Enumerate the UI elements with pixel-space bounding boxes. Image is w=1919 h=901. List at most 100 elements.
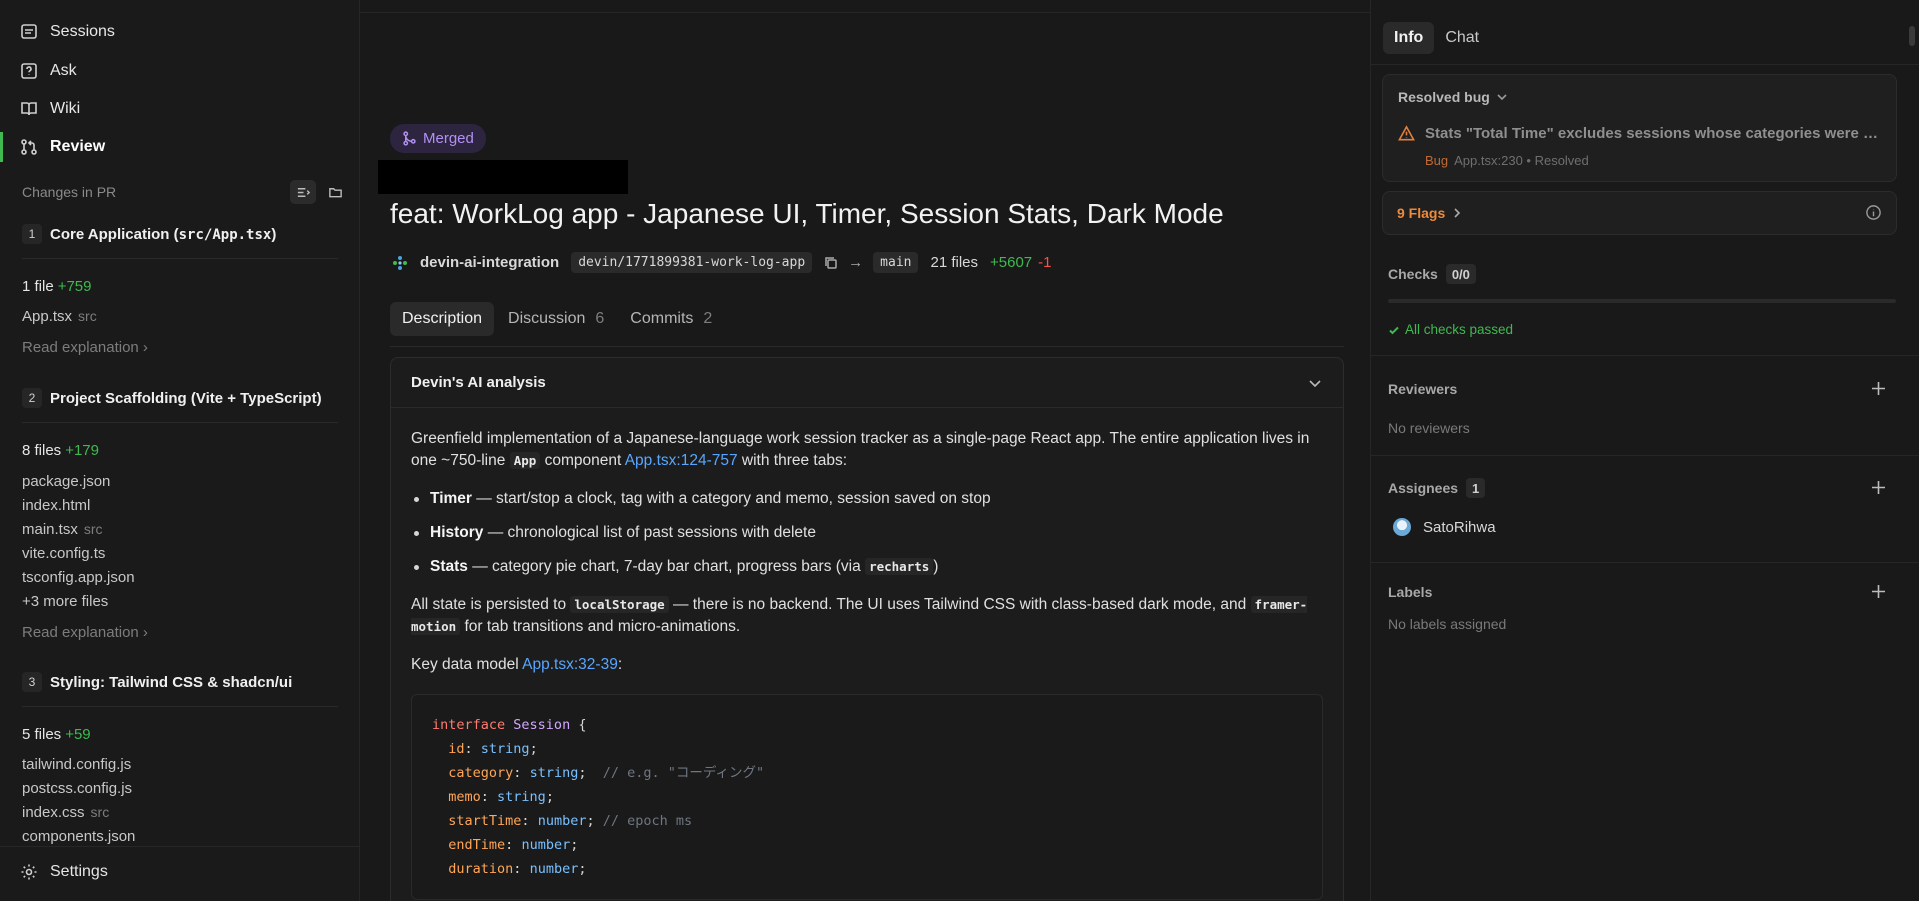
tab-description[interactable]: Description xyxy=(390,302,495,336)
more-files-link[interactable]: +3 more files xyxy=(22,593,108,610)
section-number: 1 xyxy=(22,224,42,244)
file-item[interactable]: App.tsx src xyxy=(22,308,97,325)
settings-button[interactable]: Settings xyxy=(20,863,108,881)
section-divider xyxy=(22,422,338,423)
add-label-button[interactable] xyxy=(1870,583,1887,600)
file-item[interactable]: tsconfig.app.json xyxy=(22,569,135,586)
analysis-paragraph: Key data model App.tsx:32-39: xyxy=(411,656,623,673)
tab-chat[interactable]: Chat xyxy=(1434,22,1490,54)
add-assignee-button[interactable] xyxy=(1870,479,1887,496)
file-item[interactable]: index.css src xyxy=(22,804,109,821)
changes-header: Changes in PR xyxy=(22,184,117,200)
pr-meta: devin-ai-integration devin/1771899381-wo… xyxy=(392,252,1052,273)
arrow-right-icon: → xyxy=(848,254,864,271)
gear-icon xyxy=(21,864,37,880)
git-merge-icon xyxy=(403,131,416,146)
additions-count: +179 xyxy=(65,442,99,459)
nav-wiki[interactable]: Wiki xyxy=(20,94,80,124)
warning-icon xyxy=(1398,125,1415,141)
code-reference-link[interactable]: App.tsx:32-39 xyxy=(522,656,618,673)
tab-info[interactable]: Info xyxy=(1383,22,1435,54)
list-item: Timer — start/stop a clock, tag with a c… xyxy=(411,488,1323,510)
check-icon xyxy=(1389,326,1399,334)
folder-view-button[interactable] xyxy=(322,180,348,204)
list-view-button[interactable] xyxy=(290,180,316,204)
section-divider xyxy=(22,706,338,707)
section-2-title[interactable]: 2 Project Scaffolding (Vite + TypeScript… xyxy=(22,388,322,408)
assignee-item[interactable]: SatoRihwa xyxy=(1393,518,1496,536)
copy-icon[interactable] xyxy=(824,256,838,270)
section-2-file-count: 8 files +179 xyxy=(22,442,99,459)
nav-sessions-label: Sessions xyxy=(50,23,115,40)
file-item[interactable]: index.html xyxy=(22,497,90,514)
git-pull-request-icon xyxy=(21,139,37,155)
no-labels-text: No labels assigned xyxy=(1388,616,1507,632)
additions-count: +59 xyxy=(65,726,91,743)
top-divider xyxy=(360,12,1370,13)
head-branch[interactable]: devin/1771899381-work-log-app xyxy=(571,252,813,273)
bug-item[interactable]: Stats "Total Time" excludes sessions who… xyxy=(1398,125,1880,142)
feature-list: Timer — start/stop a clock, tag with a c… xyxy=(411,488,1323,578)
chevron-right-icon xyxy=(1454,208,1461,218)
org-name[interactable]: devin-ai-integration xyxy=(420,254,559,271)
section-1-title[interactable]: 1 Core Application (src/App.tsx) xyxy=(22,224,276,244)
flags-card: 9 Flags xyxy=(1382,191,1897,235)
main-content: Merged feat: WorkLog app - Japanese UI, … xyxy=(360,0,1370,901)
nav-ask[interactable]: Ask xyxy=(20,56,77,86)
org-logo-icon xyxy=(393,255,407,270)
read-explanation-link[interactable]: Read explanation › xyxy=(22,339,148,356)
status-badge: Merged xyxy=(390,124,486,153)
file-item[interactable]: vite.config.ts xyxy=(22,545,105,562)
sidebar-footer: Settings xyxy=(0,846,360,901)
file-item[interactable]: postcss.config.js xyxy=(22,780,132,797)
settings-label: Settings xyxy=(50,863,108,880)
chevron-down-icon[interactable] xyxy=(1307,375,1323,391)
list-item: History — chronological list of past ses… xyxy=(411,522,1323,544)
flags-link[interactable]: 9 Flags xyxy=(1397,205,1463,221)
checks-count-badge: 0/0 xyxy=(1445,264,1476,284)
nav-sessions[interactable]: Sessions xyxy=(20,17,115,47)
ai-analysis-title: Devin's AI analysis xyxy=(411,374,546,391)
read-explanation-link[interactable]: Read explanation › xyxy=(22,624,148,641)
file-item[interactable]: main.tsx src xyxy=(22,521,103,538)
section-1-file-count: 1 file +759 xyxy=(22,278,92,295)
tabs-divider xyxy=(390,346,1344,347)
add-reviewer-button[interactable] xyxy=(1870,380,1887,397)
chevron-down-icon xyxy=(1497,94,1507,101)
section-divider xyxy=(1371,455,1919,456)
question-icon xyxy=(21,63,37,79)
file-item[interactable]: tailwind.config.js xyxy=(22,756,131,773)
info-icon[interactable] xyxy=(1865,204,1882,221)
resolved-bug-toggle[interactable]: Resolved bug xyxy=(1398,89,1508,105)
section-divider xyxy=(1371,355,1919,356)
base-branch[interactable]: main xyxy=(873,252,919,273)
bug-description: Stats "Total Time" excludes sessions who… xyxy=(1425,125,1880,142)
analysis-paragraph: All state is persisted to localStorage —… xyxy=(411,596,1308,635)
status-badge-label: Merged xyxy=(423,130,474,147)
tab-commits[interactable]: Commits 2 xyxy=(618,302,724,336)
section-divider xyxy=(1371,562,1919,563)
file-item[interactable]: package.json xyxy=(22,473,110,490)
page-title: feat: WorkLog app - Japanese UI, Timer, … xyxy=(390,198,1224,229)
ai-analysis-body: Greenfield implementation of a Japanese-… xyxy=(391,408,1343,901)
section-number: 3 xyxy=(22,672,42,692)
assignees-label: Assignees 1 xyxy=(1388,478,1486,498)
ai-analysis-panel: Devin's AI analysis Greenfield implement… xyxy=(390,357,1344,901)
list-item: Stats — category pie chart, 7-day bar ch… xyxy=(411,556,1323,578)
nav-review-label: Review xyxy=(50,138,106,155)
folder-icon xyxy=(328,187,342,197)
nav-review[interactable]: Review xyxy=(20,132,105,162)
code-block: interface Session { id: string; category… xyxy=(411,694,1323,900)
tab-discussion[interactable]: Discussion 6 xyxy=(496,302,616,336)
checks-label: Checks 0/0 xyxy=(1388,264,1476,284)
right-panel: Info Chat Resolved bug Stats "Total Time… xyxy=(1370,0,1919,901)
bug-tag: Bug xyxy=(1425,153,1449,168)
file-item[interactable]: components.json xyxy=(22,828,135,845)
scrollbar[interactable] xyxy=(1909,26,1915,46)
section-3-title[interactable]: 3 Styling: Tailwind CSS & shadcn/ui xyxy=(22,672,292,692)
code-reference-link[interactable]: App.tsx:124-757 xyxy=(625,452,738,469)
no-reviewers-text: No reviewers xyxy=(1388,420,1470,436)
ai-analysis-header[interactable]: Devin's AI analysis xyxy=(391,358,1343,408)
nav-ask-label: Ask xyxy=(50,62,77,79)
section-3-file-count: 5 files +59 xyxy=(22,726,91,743)
